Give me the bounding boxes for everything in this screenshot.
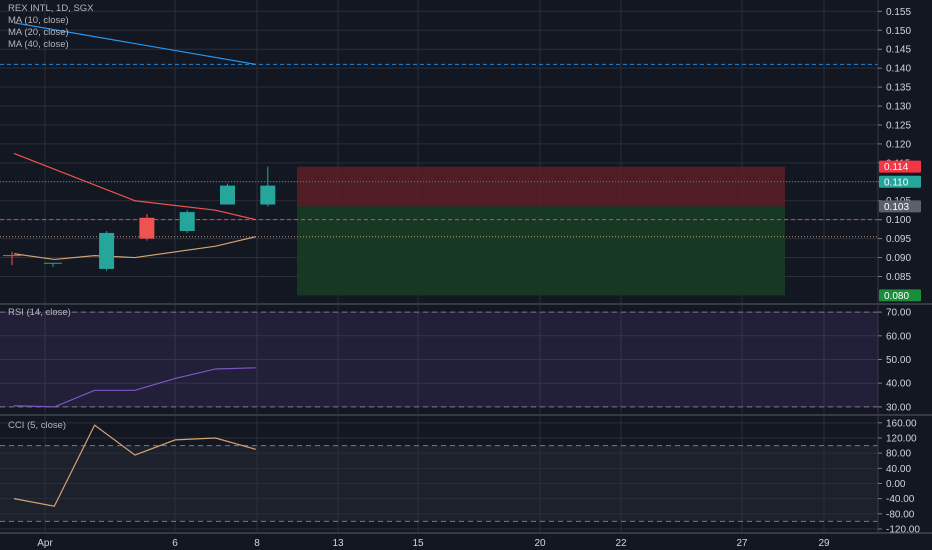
cci-tick-label-0: 160.00 xyxy=(886,418,917,429)
price-tick-label-1: 0.150 xyxy=(886,26,911,37)
price-tick-label-11: 0.100 xyxy=(886,215,911,226)
price-tag-label-3: 0.080 xyxy=(884,291,909,302)
rsi-tick-label-1: 60.00 xyxy=(886,331,911,342)
price-tick-label-13: 0.090 xyxy=(886,253,911,264)
time-axis[interactable]: Apr 6 8 13 15 20 22 27 29 xyxy=(0,534,932,550)
rsi-title: RSI (14, close) xyxy=(8,307,71,318)
symbol-title: REX INTL, 1D, SGX xyxy=(8,3,94,14)
time-tick-label-0: Apr xyxy=(37,538,53,549)
cci-band xyxy=(0,445,878,522)
price-tag-label-2: 0.103 xyxy=(884,202,909,213)
price-tick-label-6: 0.125 xyxy=(886,120,911,131)
price-tag-label-1: 0.110 xyxy=(884,177,909,188)
cci-tick-label-1: 120.00 xyxy=(886,433,917,444)
time-tick-label-7: 27 xyxy=(736,538,748,549)
candle-body-5 xyxy=(220,185,235,205)
candle-body-6 xyxy=(260,185,276,205)
price-tick-label-14: 0.085 xyxy=(886,272,911,283)
rsi-tick-label-3: 40.00 xyxy=(886,379,911,390)
chart-canvas[interactable]: 0.155 0.150 0.145 0.140 0.135 0.130 0.125 0.120… xyxy=(0,0,932,550)
price-tag-3[interactable]: 0.080 xyxy=(879,289,921,302)
candle-body-3 xyxy=(139,217,155,239)
rsi-band xyxy=(0,312,878,407)
time-tick-label-1: 6 xyxy=(172,538,178,549)
cci-title: CCI (5, close) xyxy=(8,420,66,431)
time-tick-label-4: 15 xyxy=(412,538,424,549)
price-tag-label-0: 0.114 xyxy=(884,162,909,173)
price-tick-label-0: 0.155 xyxy=(886,7,911,18)
stop-loss-zone[interactable] xyxy=(297,166,785,207)
price-tag-0[interactable]: 0.114 xyxy=(879,160,921,174)
price-tick-label-3: 0.140 xyxy=(886,64,911,75)
candle-3[interactable] xyxy=(139,213,155,241)
time-tick-label-6: 22 xyxy=(615,538,627,549)
price-tick-label-2: 0.145 xyxy=(886,45,911,56)
price-tick-label-4: 0.135 xyxy=(886,83,911,94)
rsi-tick-label-0: 70.00 xyxy=(886,308,911,319)
cci-tick-label-5: -40.00 xyxy=(886,494,915,505)
candle-5[interactable] xyxy=(220,183,235,205)
candle-body-2 xyxy=(99,232,115,269)
candle-2[interactable] xyxy=(99,231,115,271)
cci-tick-label-3: 40.00 xyxy=(886,464,911,475)
time-axis-bg xyxy=(0,534,932,550)
price-tick-label-7: 0.120 xyxy=(886,139,911,150)
cci-tick-label-2: 80.00 xyxy=(886,449,911,460)
price-tag-1[interactable]: 0.110 xyxy=(879,175,921,189)
rsi-tick-label-2: 50.00 xyxy=(886,355,911,366)
rsi-tick-label-4: 30.00 xyxy=(886,402,911,413)
price-tag-2[interactable]: 0.103 xyxy=(879,200,921,213)
time-tick-label-8: 29 xyxy=(818,538,830,549)
price-tick-label-5: 0.130 xyxy=(886,102,911,113)
time-tick-label-2: 8 xyxy=(254,538,260,549)
legend-ma40: MA (40, close) xyxy=(8,39,69,50)
price-tick-label-12: 0.095 xyxy=(886,234,911,245)
legend-ma10: MA (10, close) xyxy=(8,15,69,26)
time-tick-label-5: 20 xyxy=(534,538,546,549)
cci-tick-label-7: -120.00 xyxy=(886,524,920,535)
candle-body-4 xyxy=(179,212,195,232)
cci-tick-label-4: 0.00 xyxy=(886,479,906,490)
time-tick-label-3: 13 xyxy=(332,538,344,549)
legend-ma20: MA (20, close) xyxy=(8,27,69,38)
cci-tick-label-6: -80.00 xyxy=(886,509,915,520)
candle-4[interactable] xyxy=(179,210,195,233)
